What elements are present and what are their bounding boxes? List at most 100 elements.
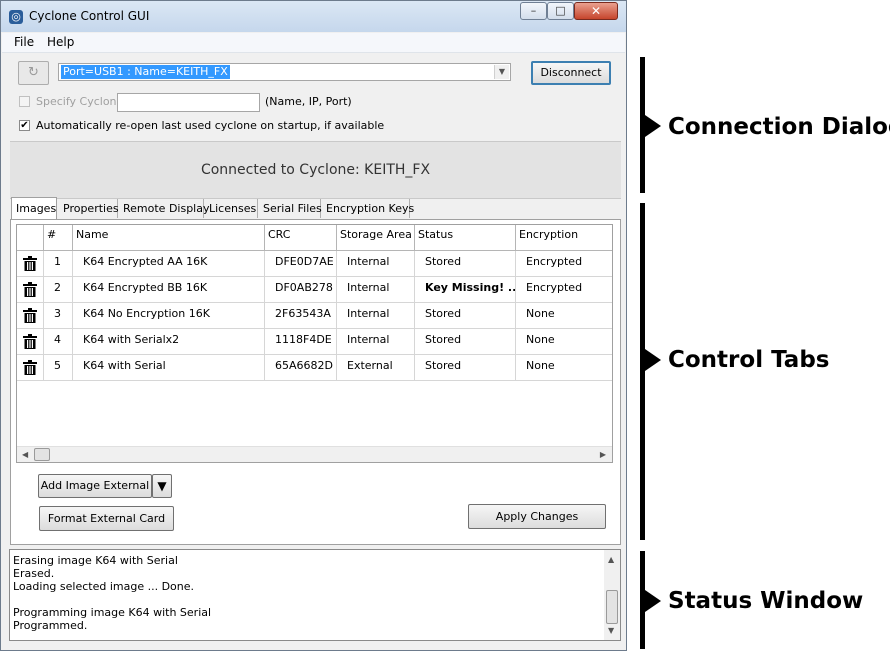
specify-cyclone-input[interactable] bbox=[117, 93, 260, 112]
apply-changes-button[interactable]: Apply Changes bbox=[468, 504, 606, 529]
scroll-right-icon[interactable]: ▶ bbox=[600, 450, 606, 459]
delete-cell[interactable] bbox=[17, 251, 44, 276]
column-header-crc[interactable]: CRC bbox=[265, 225, 337, 250]
status-window-label: Status Window bbox=[668, 588, 864, 614]
tab-images[interactable]: Images bbox=[11, 197, 57, 219]
connection-status-text: Connected to Cyclone: KEITH_FX bbox=[200, 162, 431, 178]
scroll-up-icon[interactable]: ▲ bbox=[608, 555, 614, 564]
refresh-icon[interactable]: ↻ bbox=[18, 61, 49, 85]
auto-reopen-checkbox[interactable]: ✔ bbox=[19, 120, 30, 131]
row-storage: Internal bbox=[337, 329, 415, 354]
row-status: Stored bbox=[415, 251, 516, 276]
status-line: Erasing image K64 with Serial bbox=[13, 554, 178, 567]
status-line bbox=[13, 593, 211, 606]
column-header-name[interactable]: Name bbox=[73, 225, 265, 250]
table-row[interactable]: 4 K64 with Serialx2 1118F4DE Internal St… bbox=[17, 329, 612, 355]
status-line: Programming image K64 with Serial bbox=[13, 606, 212, 619]
row-encryption: None bbox=[516, 329, 612, 354]
title-bar[interactable]: ◎ Cyclone Control GUI – □ ✕ bbox=[1, 1, 626, 32]
horizontal-scrollbar[interactable]: ◀ ▶ bbox=[17, 446, 612, 462]
row-storage: Internal bbox=[337, 277, 415, 302]
format-external-card-button[interactable]: Format External Card bbox=[39, 506, 174, 531]
chevron-down-icon[interactable]: ▼ bbox=[494, 65, 509, 79]
tab-remote-display[interactable]: Remote Display bbox=[119, 199, 210, 218]
row-status: Stored bbox=[415, 329, 516, 354]
tab-encryption-keys[interactable]: Encryption Keys bbox=[322, 199, 414, 218]
table-row[interactable]: 2 K64 Encrypted BB 16K DF0AB278 Internal… bbox=[17, 277, 612, 303]
auto-reopen-label: Automatically re-open last used cyclone … bbox=[36, 119, 385, 132]
row-encryption: Encrypted bbox=[516, 251, 612, 276]
status-line: Programmed. bbox=[13, 619, 88, 632]
row-storage: External bbox=[337, 355, 415, 380]
status-arrow-icon bbox=[645, 590, 661, 612]
row-name: K64 Encrypted BB 16K bbox=[73, 277, 265, 302]
control-tabs-label: Control Tabs bbox=[668, 347, 830, 373]
status-line: Erased. bbox=[13, 567, 55, 580]
row-number: 5 bbox=[44, 355, 73, 380]
menu-help[interactable]: Help bbox=[47, 35, 74, 49]
row-crc: 2F63543A bbox=[265, 303, 337, 328]
trash-icon[interactable] bbox=[23, 282, 37, 298]
tab-properties[interactable]: Properties bbox=[59, 199, 119, 218]
port-select[interactable]: Port=USB1 : Name=KEITH_FX ▼ bbox=[58, 63, 511, 81]
app-window: ◎ Cyclone Control GUI – □ ✕ File Help ↻ … bbox=[0, 0, 627, 651]
table-row[interactable]: 1 K64 Encrypted AA 16K DFE0D7AE Internal… bbox=[17, 251, 612, 277]
delete-cell[interactable] bbox=[17, 355, 44, 380]
table-row[interactable]: 5 K64 with Serial 65A6682D External Stor… bbox=[17, 355, 612, 381]
row-storage: Internal bbox=[337, 303, 415, 328]
trash-icon[interactable] bbox=[23, 256, 37, 272]
trash-icon[interactable] bbox=[23, 334, 37, 350]
menu-file[interactable]: File bbox=[14, 35, 34, 49]
delete-cell[interactable] bbox=[17, 277, 44, 302]
trash-icon[interactable] bbox=[23, 360, 37, 376]
disconnect-button[interactable]: Disconnect bbox=[531, 61, 611, 85]
delete-cell[interactable] bbox=[17, 303, 44, 328]
row-status: Stored bbox=[415, 355, 516, 380]
row-crc: 65A6682D bbox=[265, 355, 337, 380]
maximize-button[interactable]: □ bbox=[547, 2, 574, 20]
window-title: Cyclone Control GUI bbox=[29, 9, 150, 23]
scroll-thumb[interactable] bbox=[34, 448, 50, 461]
minimize-button[interactable]: – bbox=[520, 2, 547, 20]
connection-dialog-label: Connection Dialog bbox=[668, 114, 890, 140]
row-number: 1 bbox=[44, 251, 73, 276]
tab-serial-files[interactable]: Serial Files bbox=[259, 199, 322, 218]
close-button[interactable]: ✕ bbox=[574, 2, 618, 20]
scroll-down-icon[interactable]: ▼ bbox=[608, 626, 614, 635]
tabs-arrow-icon bbox=[645, 349, 661, 371]
row-encryption: None bbox=[516, 303, 612, 328]
column-header-number[interactable]: # bbox=[44, 225, 73, 250]
table-row[interactable]: 3 K64 No Encryption 16K 2F63543A Interna… bbox=[17, 303, 612, 329]
status-window[interactable]: Erasing image K64 with Serial Erased. Lo… bbox=[9, 549, 621, 641]
row-storage: Internal bbox=[337, 251, 415, 276]
row-number: 2 bbox=[44, 277, 73, 302]
status-line: Loading selected image ... Done. bbox=[13, 580, 195, 593]
image-table: # Name CRC Storage Area Status Encryptio… bbox=[16, 224, 613, 463]
row-crc: DFE0D7AE bbox=[265, 251, 337, 276]
specify-cyclone-checkbox[interactable] bbox=[19, 96, 30, 107]
menu-bar: File Help bbox=[2, 33, 625, 53]
specify-cyclone-label: Specify Cyclone bbox=[36, 95, 124, 108]
column-header-encryption[interactable]: Encryption bbox=[516, 225, 612, 250]
scroll-left-icon[interactable]: ◀ bbox=[22, 450, 28, 459]
column-header-storage-area[interactable]: Storage Area bbox=[337, 225, 415, 250]
vertical-scrollbar[interactable]: ▲ ▼ bbox=[604, 550, 620, 640]
add-image-external-button[interactable]: Add Image External bbox=[38, 474, 152, 498]
row-status-warning: Key Missing! ... bbox=[415, 277, 516, 302]
scroll-thumb[interactable] bbox=[606, 590, 618, 624]
tab-licenses[interactable]: Licenses bbox=[205, 199, 258, 218]
tabs-bracket bbox=[640, 203, 645, 540]
row-status: Stored bbox=[415, 303, 516, 328]
trash-icon[interactable] bbox=[23, 308, 37, 324]
row-name: K64 Encrypted AA 16K bbox=[73, 251, 265, 276]
row-encryption: None bbox=[516, 355, 612, 380]
delete-cell[interactable] bbox=[17, 329, 44, 354]
row-crc: 1118F4DE bbox=[265, 329, 337, 354]
add-image-dropdown-icon[interactable]: ▼ bbox=[152, 474, 172, 498]
port-select-value: Port=USB1 : Name=KEITH_FX bbox=[61, 65, 230, 79]
specify-cyclone-hint: (Name, IP, Port) bbox=[265, 95, 352, 108]
connection-arrow-icon bbox=[645, 115, 661, 137]
connection-status-panel: Connected to Cyclone: KEITH_FX bbox=[10, 141, 621, 199]
column-header-icon[interactable] bbox=[17, 225, 44, 250]
column-header-status[interactable]: Status bbox=[415, 225, 516, 250]
